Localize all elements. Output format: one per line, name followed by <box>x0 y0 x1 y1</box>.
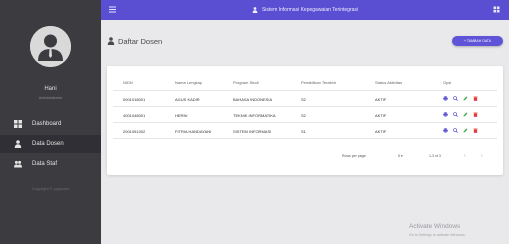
edit-icon[interactable] <box>463 96 468 101</box>
app-title-container: Sistem Informasi Kepegawaian Terintegras… <box>101 0 509 20</box>
add-data-button[interactable]: + TAMBAH DATA <box>452 36 503 46</box>
search-icon[interactable] <box>453 112 458 117</box>
sidebar-footer: Copyright © yyyycom <box>31 186 70 191</box>
column-header-pendidikan[interactable]: Pendidikan Terakhir <box>301 80 336 85</box>
cell-status: AKTIF <box>375 97 387 102</box>
rows-per-page-label: Rows per page: <box>342 154 367 158</box>
cell-pendidikan: S1 <box>301 129 306 134</box>
windows-watermark-subtitle: Go to Settings to activate Windows. <box>409 233 466 237</box>
cell-nidn: 0001018001 <box>123 97 146 102</box>
avatar <box>30 26 71 67</box>
user-role: Administrator <box>38 95 63 100</box>
sidebar: Hani Administrator Dashboard Data Dosen … <box>0 0 101 244</box>
cell-nama: AGUS KADIR <box>175 97 200 102</box>
app-title: Sistem Informasi Kepegawaian Terintegras… <box>261 7 359 13</box>
user-avatar-icon <box>30 26 71 67</box>
print-icon[interactable] <box>443 96 448 101</box>
cell-pendidikan: S2 <box>301 113 306 118</box>
row-actions <box>443 128 478 133</box>
divider <box>113 138 497 139</box>
column-header-prodi[interactable]: Program Studi <box>233 80 259 85</box>
people-icon <box>14 160 22 168</box>
cell-nama: HERNI <box>175 113 188 118</box>
edit-icon[interactable] <box>463 112 468 117</box>
dashboard-icon <box>14 120 22 128</box>
user-name: Hani <box>44 86 57 92</box>
delete-icon[interactable] <box>473 128 478 133</box>
delete-icon[interactable] <box>473 96 478 101</box>
rows-per-page-value: 5 <box>398 154 400 158</box>
cell-prodi: SISTEM INFORMASI <box>233 129 272 134</box>
print-icon[interactable] <box>443 112 448 117</box>
sidebar-item-label: Data Dosen <box>32 141 64 147</box>
cell-prodi: BAHASA INDONESIA <box>233 97 273 102</box>
row-actions <box>443 112 478 117</box>
cell-nama: FITRIA HANDAYANI <box>175 129 212 134</box>
sidebar-item-data-dosen[interactable]: Data Dosen <box>0 135 101 153</box>
rows-per-page-select[interactable]: 5 ▾ <box>398 154 403 158</box>
column-header-nidn[interactable]: NIDN <box>123 80 133 85</box>
cell-prodi: TEKNIK INFORMATIKA <box>233 113 276 118</box>
edit-icon[interactable] <box>463 128 468 133</box>
column-header-nama[interactable]: Nama Lengkap <box>175 80 202 85</box>
search-icon[interactable] <box>453 128 458 133</box>
top-bar: Sistem Informasi Kepegawaian Terintegras… <box>101 0 509 20</box>
sidebar-item-label: Data Staf <box>32 161 58 167</box>
column-header-opsi: Opsi <box>443 80 452 85</box>
cell-nidn: 2001051002 <box>123 129 146 134</box>
cell-status: AKTIF <box>375 129 387 134</box>
cell-nidn: 4001048001 <box>123 113 146 118</box>
divider <box>113 90 497 91</box>
divider <box>113 122 497 123</box>
grid-menu-icon[interactable] <box>493 6 500 13</box>
divider <box>113 106 497 107</box>
print-icon[interactable] <box>443 128 448 133</box>
search-icon[interactable] <box>453 96 458 101</box>
sidebar-item-label: Dashboard <box>32 121 62 127</box>
chevron-left-icon[interactable]: ‹ <box>464 153 466 159</box>
cell-status: AKTIF <box>375 113 387 118</box>
person-icon <box>107 37 115 45</box>
page-title: Daftar Dosen <box>118 37 163 46</box>
chevron-right-icon[interactable]: › <box>481 153 483 159</box>
sidebar-item-data-staf[interactable]: Data Staf <box>0 155 101 173</box>
caret-down-icon: ▾ <box>400 154 403 158</box>
column-header-status[interactable]: Status Aktivitas <box>375 80 402 85</box>
lecturer-table-card: NIDN Nama Lengkap Program Studi Pendidik… <box>107 66 503 175</box>
person-icon <box>14 140 22 148</box>
row-actions <box>443 96 478 101</box>
windows-watermark-title: Activate Windows <box>409 223 461 230</box>
cell-pendidikan: S2 <box>301 97 306 102</box>
delete-icon[interactable] <box>473 112 478 117</box>
page-range: 1-3 of 3 <box>429 154 441 158</box>
sidebar-item-dashboard[interactable]: Dashboard <box>0 115 101 133</box>
person-icon <box>252 7 258 13</box>
